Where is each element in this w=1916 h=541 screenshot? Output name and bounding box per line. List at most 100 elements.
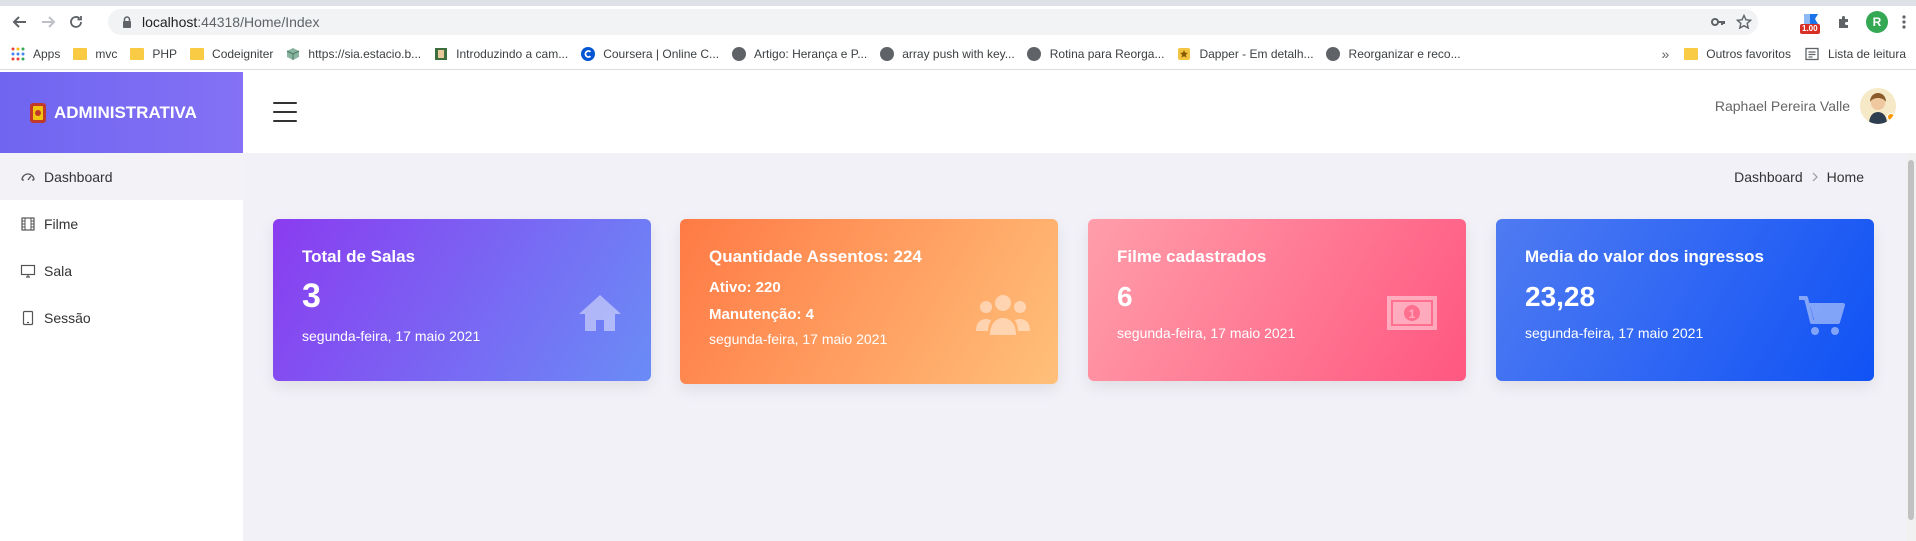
reading-list-icon	[1805, 47, 1820, 62]
sidebar-menu: Dashboard Filme Sala Sessão	[0, 153, 243, 341]
profile-avatar[interactable]: R	[1866, 11, 1888, 33]
sidebar-item-label: Sessão	[44, 309, 91, 326]
card-title: Filme cadastrados	[1117, 247, 1267, 266]
sidebar-item-dashboard[interactable]: Dashboard	[0, 153, 243, 200]
bookmark-label: Rotina para Reorga...	[1049, 46, 1165, 61]
forward-button[interactable]	[34, 8, 62, 36]
breadcrumb-item-home: Home	[1826, 169, 1864, 185]
bookmark-apps[interactable]: Apps	[10, 46, 60, 61]
bookmarks-bar: Apps mvc PHP Codeigniter https://sia.est…	[0, 38, 1916, 70]
bookmark-sia-estacio[interactable]: https://sia.estacio.b...	[285, 46, 421, 61]
lock-icon	[123, 16, 131, 28]
reload-icon	[70, 16, 82, 28]
bookmarks-bar-right: » Outros favoritos Lista de leitura	[1661, 38, 1906, 70]
back-button[interactable]	[6, 8, 34, 36]
card-date: segunda-feira, 17 maio 2021	[1525, 325, 1704, 341]
cube-icon	[285, 46, 300, 61]
reload-button[interactable]	[62, 8, 90, 36]
hamburger-menu-icon[interactable]	[273, 102, 297, 122]
kebab-menu-icon[interactable]	[1902, 14, 1906, 30]
arrow-right-icon	[42, 16, 56, 28]
home-icon	[579, 295, 621, 331]
bookmark-mvc[interactable]: mvc	[72, 46, 117, 61]
folder-icon	[72, 46, 87, 61]
globe-icon	[731, 46, 746, 61]
key-icon[interactable]	[1710, 14, 1726, 30]
user-name: Raphael Pereira Valle	[1714, 98, 1850, 114]
bookmark-label: Coursera | Online C...	[603, 46, 720, 61]
bookmark-codeigniter[interactable]: Codeigniter	[189, 46, 273, 61]
shopping-cart-icon	[1799, 296, 1845, 335]
toolbar-right: 1.00 R	[1800, 6, 1916, 38]
bookmark-label: Introduzindo a cam...	[456, 46, 569, 61]
bookmark-rotina[interactable]: Rotina para Reorga...	[1027, 46, 1165, 61]
card-value: 3	[302, 277, 321, 315]
bookmark-label: https://sia.estacio.b...	[308, 46, 422, 61]
bookmark-star-icon[interactable]	[1736, 14, 1752, 30]
bookmark-artigo-heranca[interactable]: Artigo: Herança e P...	[731, 46, 867, 61]
users-icon	[976, 295, 1030, 335]
sidebar-item-filme[interactable]: Filme	[0, 200, 243, 247]
arrow-left-icon	[12, 16, 26, 28]
bookmark-label: mvc	[95, 46, 118, 61]
page-scrollbar-thumb[interactable]	[1908, 160, 1914, 520]
bookmark-label: Outros favoritos	[1706, 47, 1791, 61]
bookmarks-overflow-button[interactable]: »	[1661, 46, 1669, 62]
monitor-icon	[20, 264, 36, 278]
folder-icon	[189, 46, 204, 61]
bookmark-label: Apps	[33, 46, 61, 61]
bookmark-introduzindo[interactable]: Introduzindo a cam...	[433, 46, 568, 61]
bookmark-label: Lista de leitura	[1827, 47, 1906, 61]
card-filme-cadastrados: Filme cadastrados 6 segunda-feira, 17 ma…	[1088, 219, 1466, 381]
sidebar-item-label: Dashboard	[44, 168, 113, 185]
svg-text:1: 1	[1409, 307, 1416, 321]
bookmark-reorganizar[interactable]: Reorganizar e reco...	[1326, 46, 1461, 61]
bookmark-label: PHP	[152, 46, 178, 61]
extension-badge-count: 1.00	[1800, 24, 1820, 34]
bookmark-coursera[interactable]: Coursera | Online C...	[580, 46, 719, 61]
extension-flag-icon[interactable]: 1.00	[1800, 13, 1822, 34]
globe-icon	[1027, 46, 1042, 61]
top-header: Raphael Pereira Valle	[243, 72, 1916, 153]
film-icon	[21, 216, 35, 231]
brand[interactable]: ADMINISTRATIVA	[0, 72, 243, 153]
url-host: localhost	[142, 14, 198, 30]
bookmark-php[interactable]: PHP	[129, 46, 177, 61]
bookmark-other-favorites[interactable]: Outros favoritos	[1683, 47, 1791, 62]
browser-toolbar: localhost:44318/Home/Index 1.00 R	[0, 6, 1916, 38]
address-bar-actions	[1710, 9, 1752, 35]
bookmark-label: Reorganizar e reco...	[1348, 46, 1461, 61]
globe-icon	[879, 46, 894, 61]
speedometer-icon	[21, 172, 35, 181]
card-media-valor-ingressos: Media do valor dos ingressos 23,28 segun…	[1496, 219, 1874, 381]
user-menu[interactable]: Raphael Pereira Valle	[1715, 88, 1896, 124]
bookmark-dapper[interactable]: Dapper - Em detalh...	[1176, 46, 1314, 61]
avatar[interactable]	[1860, 88, 1896, 124]
address-bar[interactable]: localhost:44318/Home/Index	[108, 9, 1758, 35]
card-date: segunda-feira, 17 maio 2021	[302, 328, 481, 344]
url-path: :44318/Home/Index	[197, 14, 320, 30]
folder-icon	[129, 46, 144, 61]
breadcrumb-item-dashboard[interactable]: Dashboard	[1734, 169, 1803, 185]
breadcrumb: Dashboard Home	[1734, 169, 1864, 185]
card-value: 23,28	[1525, 281, 1596, 312]
card-total-salas: Total de Salas 3 segunda-feira, 17 maio …	[273, 219, 651, 381]
status-indicator	[1887, 113, 1895, 121]
globe-icon	[1326, 46, 1341, 61]
extensions-puzzle-icon[interactable]	[1836, 14, 1852, 30]
bookmark-array-push[interactable]: array push with key...	[879, 46, 1015, 61]
sidebar-item-sala[interactable]: Sala	[0, 247, 243, 294]
sidebar-item-sessao[interactable]: Sessão	[0, 294, 243, 341]
card-title: Quantidade Assentos: 224	[709, 247, 922, 266]
bookmark-label: Codeigniter	[212, 46, 274, 61]
sidebar: ADMINISTRATIVA Dashboard Filme Sala Sess…	[0, 72, 243, 541]
card-title: Media do valor dos ingressos	[1525, 247, 1765, 266]
url-text: localhost:44318/Home/Index	[142, 14, 319, 30]
reading-list-button[interactable]: Lista de leitura	[1805, 47, 1906, 62]
bookmark-label: Dapper - Em detalh...	[1199, 46, 1314, 61]
chevron-right-icon	[1812, 172, 1818, 182]
card-quantidade-assentos: Quantidade Assentos: 224 Ativo: 220 Manu…	[680, 219, 1058, 384]
bookmark-label: array push with key...	[902, 46, 1015, 61]
main-content: Dashboard Home Total de Salas 3 segunda-…	[243, 153, 1916, 541]
brand-title: ADMINISTRATIVA	[54, 102, 197, 122]
